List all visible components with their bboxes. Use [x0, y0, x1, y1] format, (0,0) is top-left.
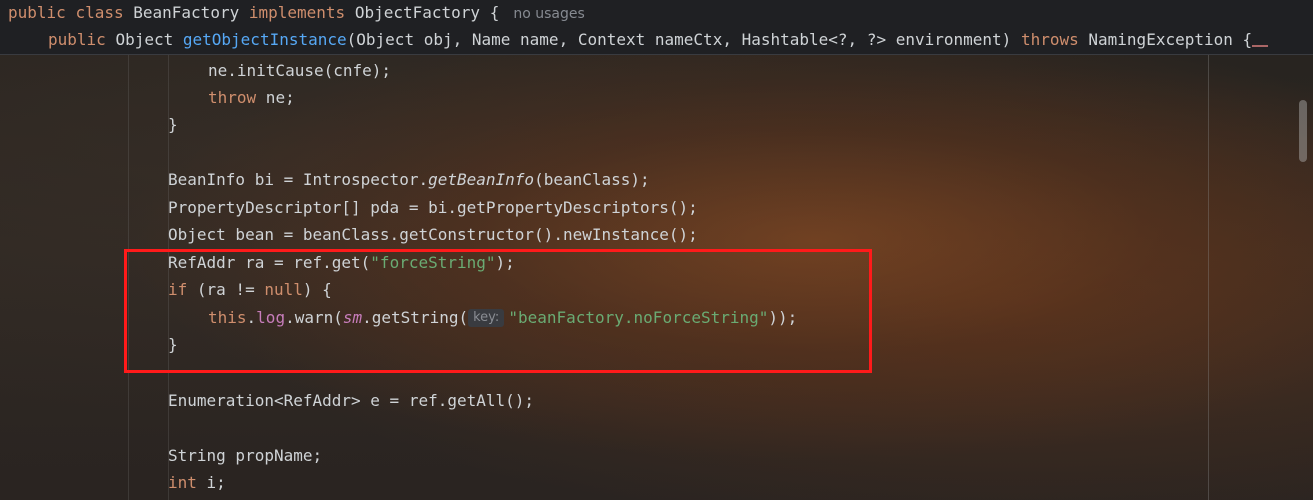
code-text: String propName;: [168, 446, 323, 465]
class-name: BeanFactory: [133, 3, 240, 22]
vertical-scrollbar-thumb[interactable]: [1299, 100, 1307, 162]
method-name: getObjectInstance: [182, 30, 347, 49]
fold-marker-icon[interactable]: [1252, 31, 1269, 47]
code-text: ne;: [256, 88, 295, 107]
code-text: ne.initCause(cnfe);: [208, 61, 392, 80]
sticky-header: public class BeanFactory implements Obje…: [0, 0, 1313, 55]
code-text: }: [168, 115, 178, 134]
return-type: Object: [115, 30, 174, 49]
interface-name: ObjectFactory: [354, 3, 481, 22]
exception-type: NamingException: [1088, 30, 1233, 49]
code-line[interactable]: ne.initCause(cnfe);: [208, 57, 391, 84]
code-text: i;: [196, 473, 226, 492]
code-line[interactable]: String propName;: [168, 442, 322, 469]
keyword-class: class: [75, 3, 124, 22]
static-method-call: getBeanInfo: [428, 170, 535, 189]
code-line[interactable]: PropertyDescriptor[] pda = bi.getPropert…: [168, 194, 698, 221]
keyword-public: public: [8, 3, 66, 22]
code-line[interactable]: BeanInfo bi = Introspector.getBeanInfo(b…: [168, 166, 650, 193]
code-text: (beanClass);: [534, 170, 650, 189]
right-margin-guide: [1208, 54, 1209, 500]
usage-hint[interactable]: no usages: [513, 6, 584, 22]
open-brace: {: [489, 3, 500, 22]
keyword-throw: throw: [208, 88, 257, 107]
sticky-class-declaration[interactable]: public class BeanFactory implements Obje…: [8, 0, 585, 26]
method-params: (Object obj, Name name, Context nameCtx,…: [346, 30, 1012, 49]
open-brace: {: [1242, 30, 1253, 49]
code-text: PropertyDescriptor[] pda = bi.getPropert…: [168, 198, 698, 217]
code-line[interactable]: Enumeration<RefAddr> e = ref.getAll();: [168, 387, 534, 414]
code-text: Enumeration<RefAddr> e = ref.getAll();: [168, 391, 535, 410]
keyword-throws: throws: [1020, 30, 1079, 49]
keyword-implements: implements: [248, 3, 346, 22]
code-line[interactable]: }: [168, 111, 178, 138]
code-line[interactable]: Object bean = beanClass.getConstructor()…: [168, 221, 698, 248]
sticky-method-declaration[interactable]: public Object getObjectInstance(Object o…: [48, 27, 1269, 53]
code-text: Object bean = beanClass.getConstructor()…: [168, 225, 698, 244]
code-line[interactable]: int i;: [168, 469, 226, 496]
keyword-int: int: [168, 473, 197, 492]
keyword-public: public: [48, 30, 106, 49]
code-line[interactable]: throw ne;: [208, 84, 295, 111]
code-text: BeanInfo bi = Introspector.: [168, 170, 429, 189]
red-highlight-box: [124, 249, 872, 373]
